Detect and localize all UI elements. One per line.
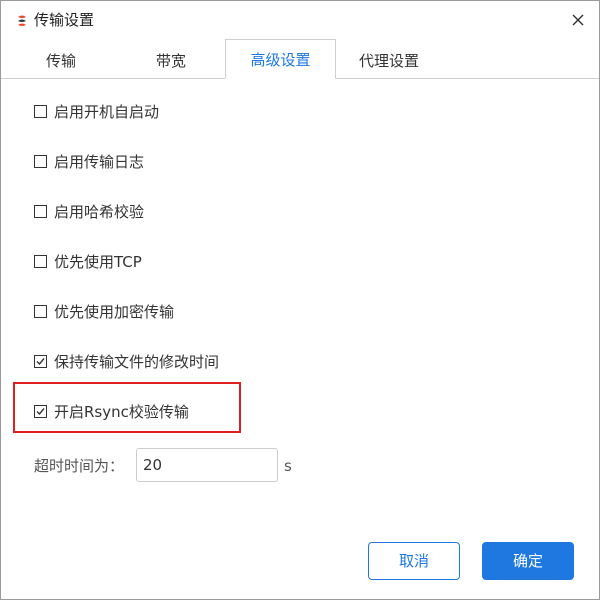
tab-bandwidth[interactable]: 带宽 bbox=[139, 46, 203, 78]
option-label: 启用哈希校验 bbox=[54, 203, 145, 221]
option-label: 启用传输日志 bbox=[54, 153, 145, 171]
timeout-input[interactable] bbox=[136, 448, 278, 482]
checkbox[interactable] bbox=[34, 305, 47, 318]
tab-divider bbox=[335, 78, 599, 79]
option-label: 优先使用加密传输 bbox=[54, 303, 175, 321]
option-label: 保持传输文件的修改时间 bbox=[54, 353, 220, 371]
option-label: 启用开机自启动 bbox=[54, 103, 160, 121]
transfer-settings-dialog: 传输设置 传输 带宽 高级设置 代理设置 启用开机自启动 启用传输日志 启用哈希… bbox=[0, 0, 600, 600]
tab-transfer[interactable]: 传输 bbox=[29, 46, 93, 78]
checkbox[interactable] bbox=[34, 205, 47, 218]
app-logo-icon bbox=[15, 13, 29, 27]
settings-tabs: 传输 带宽 高级设置 代理设置 bbox=[1, 38, 599, 80]
timeout-label: 超时时间为： bbox=[34, 457, 125, 475]
confirm-button[interactable]: 确定 bbox=[482, 542, 574, 580]
checkbox-checked[interactable] bbox=[34, 355, 47, 368]
cancel-button[interactable]: 取消 bbox=[368, 542, 460, 580]
checkbox[interactable] bbox=[34, 105, 47, 118]
title-bar: 传输设置 bbox=[1, 1, 599, 38]
checkmark-icon bbox=[36, 358, 45, 366]
tab-proxy-settings[interactable]: 代理设置 bbox=[351, 46, 427, 78]
checkbox[interactable] bbox=[34, 255, 47, 268]
close-icon[interactable] bbox=[567, 9, 589, 31]
checkbox[interactable] bbox=[34, 155, 47, 168]
window-title: 传输设置 bbox=[34, 11, 95, 29]
tab-advanced-settings[interactable]: 高级设置 bbox=[225, 39, 336, 79]
highlight-annotation bbox=[13, 382, 241, 433]
option-label: 优先使用TCP bbox=[54, 253, 142, 271]
timeout-unit: s bbox=[284, 457, 292, 475]
tab-divider bbox=[1, 78, 225, 79]
